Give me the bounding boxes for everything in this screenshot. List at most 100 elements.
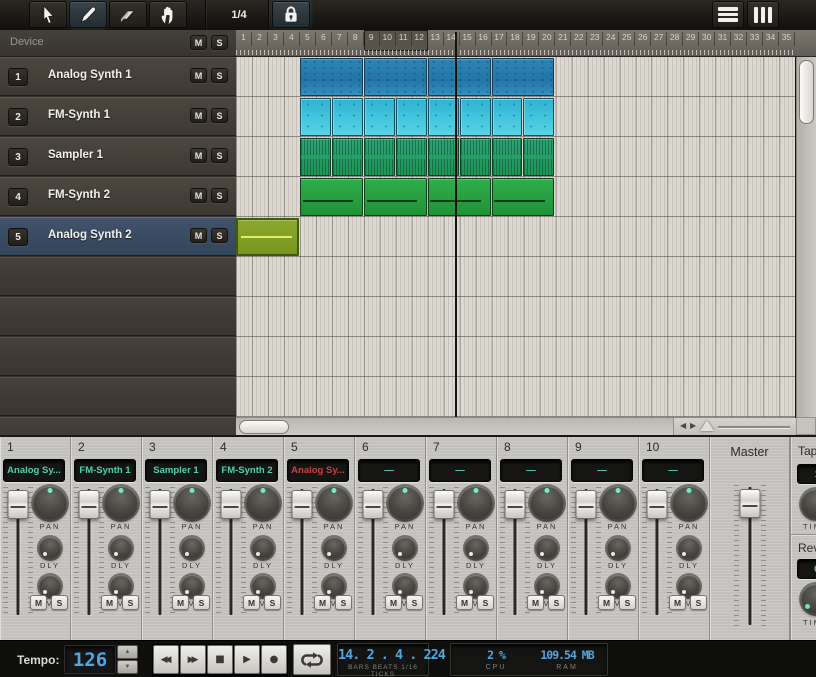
master-mute-button[interactable]: M	[190, 35, 207, 50]
reverb-send-knob[interactable]	[536, 575, 558, 597]
channel-mute-button[interactable]: M	[243, 595, 260, 610]
delay-send-knob[interactable]	[110, 537, 132, 559]
pattern-clip-track3[interactable]	[300, 138, 331, 176]
delay-send-knob[interactable]	[181, 537, 203, 559]
channel-solo-button[interactable]: S	[477, 595, 494, 610]
pattern-clip-track2[interactable]	[523, 98, 554, 136]
pattern-clip-track1[interactable]	[364, 58, 427, 96]
reverb-send-knob[interactable]	[39, 575, 61, 597]
channel-name-display[interactable]: Analog Sy...	[3, 459, 65, 482]
channel-name-display[interactable]: Sampler 1	[145, 459, 207, 482]
bar-ruler[interactable]: 1234567891011121314151617181920212223242…	[236, 30, 816, 57]
reverb-send-knob[interactable]	[323, 575, 345, 597]
vscroll-thumb[interactable]	[799, 60, 814, 124]
delay-send-knob[interactable]	[394, 537, 416, 559]
track-mute-button[interactable]: M	[190, 68, 207, 83]
volume-fader[interactable]	[3, 487, 33, 617]
empty-track-row[interactable]	[0, 257, 236, 296]
channel-solo-button[interactable]: S	[122, 595, 139, 610]
zoom-out-arrow-icon[interactable]: ◀	[680, 421, 686, 430]
track-solo-button[interactable]: S	[211, 108, 228, 123]
reverb-value-display[interactable]: 0.250	[797, 559, 816, 579]
volume-fader[interactable]	[358, 487, 388, 617]
reverb-time-knob[interactable]	[801, 584, 816, 614]
volume-fader[interactable]	[74, 487, 104, 617]
channel-name-display[interactable]: Analog Sy...	[287, 459, 349, 482]
pattern-clip-track3[interactable]	[332, 138, 363, 176]
empty-track-row[interactable]	[0, 297, 236, 336]
pattern-clip-track2[interactable]	[332, 98, 363, 136]
fader-thumb[interactable]	[434, 490, 455, 519]
reverb-send-knob[interactable]	[465, 575, 487, 597]
master-fader[interactable]	[734, 485, 766, 627]
pattern-clip-track4[interactable]	[428, 178, 491, 216]
pan-knob[interactable]	[601, 486, 635, 520]
playhead[interactable]	[455, 32, 457, 417]
track-row-4[interactable]: 4FM-Synth 2MS	[0, 177, 236, 216]
volume-fader[interactable]	[429, 487, 459, 617]
pattern-clip-track3[interactable]	[523, 138, 554, 176]
play-button[interactable]: ▶	[234, 645, 260, 674]
track-solo-button[interactable]: S	[211, 228, 228, 243]
fader-thumb[interactable]	[150, 490, 171, 519]
channel-name-display[interactable]: —	[500, 459, 562, 482]
record-button[interactable]: ●	[261, 645, 287, 674]
channel-mute-button[interactable]: M	[314, 595, 331, 610]
track-row-5[interactable]: 5Analog Synth 2MS	[0, 217, 236, 256]
fader-thumb[interactable]	[647, 490, 668, 519]
pattern-clip-track2[interactable]	[396, 98, 427, 136]
pattern-clip-track3[interactable]	[396, 138, 427, 176]
pencil-tool-button[interactable]	[69, 1, 107, 28]
channel-mute-button[interactable]: M	[669, 595, 686, 610]
hand-tool-button[interactable]	[149, 1, 187, 28]
mixer-view-button[interactable]	[747, 1, 779, 28]
zoom-in-arrow-icon[interactable]: ▶	[690, 421, 696, 430]
track-mute-button[interactable]: M	[190, 228, 207, 243]
channel-name-display[interactable]: —	[642, 459, 704, 482]
pan-knob[interactable]	[388, 486, 422, 520]
pattern-clip-track4[interactable]	[364, 178, 427, 216]
pattern-clip-track2[interactable]	[492, 98, 523, 136]
channel-mute-button[interactable]: M	[30, 595, 47, 610]
reverb-send-knob[interactable]	[607, 575, 629, 597]
fader-thumb[interactable]	[505, 490, 526, 519]
delay-send-knob[interactable]	[252, 537, 274, 559]
tape-delay-time-knob[interactable]	[801, 489, 816, 519]
pan-knob[interactable]	[246, 486, 280, 520]
channel-solo-button[interactable]: S	[548, 595, 565, 610]
stop-button[interactable]: ■	[207, 645, 233, 674]
zoom-control[interactable]: ◀ ▶	[673, 418, 796, 435]
track-row-1[interactable]: 1Analog Synth 1MS	[0, 57, 236, 96]
track-row-3[interactable]: 3Sampler 1MS	[0, 137, 236, 176]
volume-fader[interactable]	[145, 487, 175, 617]
reverb-send-knob[interactable]	[252, 575, 274, 597]
tempo-down-button[interactable]: ▼	[117, 660, 138, 674]
channel-mute-button[interactable]: M	[172, 595, 189, 610]
lock-button[interactable]	[272, 1, 310, 28]
delay-send-knob[interactable]	[465, 537, 487, 559]
channel-name-display[interactable]: —	[358, 459, 420, 482]
channel-mute-button[interactable]: M	[385, 595, 402, 610]
empty-track-row[interactable]	[0, 377, 236, 416]
pan-knob[interactable]	[317, 486, 351, 520]
channel-mute-button[interactable]: M	[101, 595, 118, 610]
volume-fader[interactable]	[500, 487, 530, 617]
tape-delay-value-display[interactable]: 1/8 D	[797, 464, 816, 484]
pan-knob[interactable]	[33, 486, 67, 520]
channel-name-display[interactable]: —	[571, 459, 633, 482]
pattern-clip-track3[interactable]	[460, 138, 491, 176]
pattern-clip-track1[interactable]	[492, 58, 555, 96]
reverb-send-knob[interactable]	[394, 575, 416, 597]
loop-button[interactable]	[293, 644, 331, 675]
delay-send-knob[interactable]	[39, 537, 61, 559]
track-mute-button[interactable]: M	[190, 188, 207, 203]
channel-name-display[interactable]: —	[429, 459, 491, 482]
channel-solo-button[interactable]: S	[619, 595, 636, 610]
tempo-up-button[interactable]: ▲	[117, 645, 138, 659]
pattern-clip-track5[interactable]	[236, 218, 299, 256]
fader-thumb[interactable]	[221, 490, 242, 519]
tempo-display[interactable]: 126	[64, 645, 116, 674]
track-mute-button[interactable]: M	[190, 148, 207, 163]
pan-knob[interactable]	[104, 486, 138, 520]
pattern-clip-track4[interactable]	[300, 178, 363, 216]
